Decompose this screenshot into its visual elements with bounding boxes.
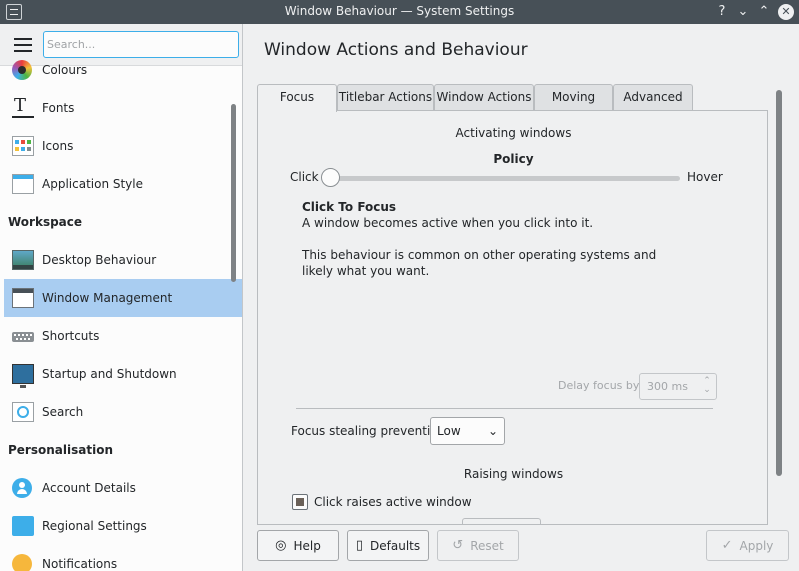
lifebuoy-icon: ◎ <box>275 538 287 553</box>
focus-stealing-label: Focus stealing prevention <box>291 424 446 438</box>
delay-focus-label: Delay focus by <box>558 379 640 392</box>
sidebar-item-label: Application Style <box>42 177 144 191</box>
raising-windows-header: Raising windows <box>463 467 564 481</box>
reset-button-label: Reset <box>470 538 504 553</box>
delay-focus-spinbox[interactable]: 300 ms ⌃ ⌄ <box>639 373 717 400</box>
sidebar-item-startup-shutdown[interactable]: Startup and Shutdown <box>4 355 242 393</box>
sidebar-item-label: Icons <box>42 139 74 153</box>
apply-button[interactable]: ✓ Apply <box>706 530 789 561</box>
policy-label: Policy <box>493 152 534 166</box>
defaults-button[interactable]: ▯ Defaults <box>347 530 429 561</box>
divider <box>296 408 713 409</box>
document-icon: ▯ <box>355 538 364 553</box>
help-button[interactable]: ◎ Help <box>257 530 339 561</box>
sidebar-item-label: Startup and Shutdown <box>42 367 177 381</box>
tab-focus[interactable]: Focus <box>257 84 337 112</box>
sidebar-item-label: Shortcuts <box>42 329 100 343</box>
window-titlebar: Window Behaviour — System Settings ? ⌄ ⌃… <box>0 0 799 24</box>
sidebar-item-label: Regional Settings <box>42 519 147 533</box>
help-button-label: Help <box>293 538 321 553</box>
sidebar-item-search[interactable]: Search <box>4 393 242 431</box>
application-style-icon <box>12 174 34 194</box>
click-raises-checkbox[interactable] <box>292 494 308 510</box>
hamburger-menu-icon[interactable] <box>14 38 32 52</box>
slider-max-label: Hover <box>687 170 723 184</box>
sidebar-item-label: Colours <box>42 63 88 77</box>
chevron-down-icon: ⌄ <box>487 424 498 438</box>
focus-tab-panel: Activating windows Policy Click Hover Cl… <box>257 110 768 525</box>
tab-moving[interactable]: Moving <box>534 84 613 111</box>
delay-focus-value: 300 ms <box>647 380 688 393</box>
spin-arrows-icon[interactable]: ⌃ ⌄ <box>702 377 712 396</box>
sidebar-item-icons[interactable]: Icons <box>4 127 242 165</box>
bell-icon <box>12 554 32 571</box>
window-management-icon <box>12 288 34 308</box>
close-icon[interactable]: ✕ <box>778 4 794 20</box>
sidebar-item-label: Notifications <box>42 557 118 571</box>
sidebar-item-shortcuts[interactable]: Shortcuts <box>4 317 242 355</box>
colours-icon <box>12 60 32 80</box>
user-icon <box>12 478 32 498</box>
partially-visible-control[interactable] <box>462 518 541 524</box>
policy-description-line-1: A window becomes active when you click i… <box>302 216 594 230</box>
checkmark-icon: ✓ <box>721 538 733 553</box>
sidebar-item-label: Fonts <box>42 101 75 115</box>
click-raises-label: Click raises active window <box>314 495 472 509</box>
section-personalisation: Personalisation <box>8 443 113 457</box>
sidebar-item-application-style[interactable]: Application Style <box>4 165 242 203</box>
maximize-icon[interactable]: ⌃ <box>755 3 773 21</box>
tab-titlebar-actions[interactable]: Titlebar Actions <box>337 84 434 111</box>
content-scrollbar[interactable] <box>776 90 782 476</box>
sidebar: Colours Fonts Icons Application Style Wo… <box>0 24 243 571</box>
tab-window-actions[interactable]: Window Actions <box>434 84 534 111</box>
icons-icon <box>12 136 34 156</box>
sidebar-item-account-details[interactable]: Account Details <box>4 469 242 507</box>
apply-button-label: Apply <box>739 538 774 553</box>
fonts-icon <box>12 95 34 118</box>
defaults-button-label: Defaults <box>370 538 421 553</box>
search-icon <box>12 402 34 422</box>
reset-button[interactable]: ↺ Reset <box>437 530 519 561</box>
monitor-icon <box>12 364 34 388</box>
sidebar-item-desktop-behaviour[interactable]: Desktop Behaviour <box>4 241 242 279</box>
activating-windows-header: Activating windows <box>455 126 572 140</box>
sidebar-item-colours[interactable]: Colours <box>4 51 242 89</box>
sidebar-item-fonts[interactable]: Fonts <box>4 89 242 127</box>
focus-policy-slider-track[interactable] <box>336 176 680 181</box>
focus-stealing-value: Low <box>437 424 461 438</box>
sidebar-item-label: Search <box>42 405 84 419</box>
policy-description-line-3: likely what you want. <box>302 264 430 278</box>
page-title: Window Actions and Behaviour <box>264 40 528 60</box>
undo-icon: ↺ <box>452 538 464 553</box>
focus-stealing-combobox[interactable]: Low ⌄ <box>430 417 505 445</box>
section-workspace: Workspace <box>8 215 83 229</box>
minimize-icon[interactable]: ⌄ <box>734 3 752 21</box>
focus-policy-slider-handle[interactable] <box>321 168 340 187</box>
keyboard-icon <box>12 332 34 342</box>
desktop-behaviour-icon <box>12 250 34 270</box>
sidebar-item-window-management[interactable]: Window Management <box>4 279 242 317</box>
help-icon[interactable]: ? <box>713 3 731 21</box>
sidebar-scrollbar[interactable] <box>231 104 236 282</box>
tab-advanced[interactable]: Advanced <box>613 84 693 111</box>
window-title: Window Behaviour — System Settings <box>284 4 515 18</box>
sidebar-item-label: Account Details <box>42 481 136 495</box>
policy-description-line-2: This behaviour is common on other operat… <box>302 248 657 262</box>
sidebar-item-regional-settings[interactable]: Regional Settings <box>4 507 242 545</box>
chat-bubble-icon <box>12 516 34 536</box>
slider-min-label: Click <box>290 170 319 184</box>
sidebar-item-notifications[interactable]: Notifications <box>4 545 242 571</box>
sidebar-item-label: Window Management <box>42 291 173 305</box>
sidebar-item-label: Desktop Behaviour <box>42 253 157 267</box>
policy-name: Click To Focus <box>302 200 397 214</box>
